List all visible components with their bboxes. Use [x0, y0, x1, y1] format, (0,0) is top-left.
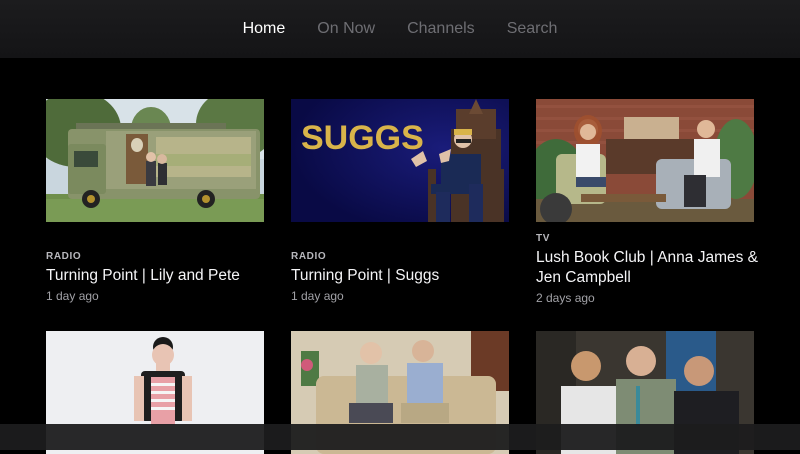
card-meta: RADIO Turning Point | Lily and Pete 1 da… — [46, 251, 276, 303]
card-category: TV — [536, 233, 550, 244]
card-thumbnail[interactable] — [536, 99, 754, 222]
card-category: RADIO — [46, 251, 82, 262]
card-title: Turning Point | Lily and Pete — [46, 267, 240, 284]
thumb-title-text: SUGGS — [301, 119, 424, 157]
nav-channels-tab[interactable]: Channels — [391, 0, 491, 58]
card-timestamp: 1 day ago — [46, 289, 99, 303]
card-meta: RADIO Turning Point | Suggs 1 day ago — [291, 251, 521, 303]
main-nav: Home On Now Channels Search — [227, 0, 574, 58]
card-title: Lush Book Club | Anna James & Jen Campbe… — [536, 249, 759, 286]
card-thumbnail[interactable] — [46, 99, 264, 222]
bottom-overlay-bar — [0, 424, 800, 450]
card-category: RADIO — [291, 251, 327, 262]
camper-van-image — [46, 99, 264, 222]
card-meta: TV Lush Book Club | Anna James & Jen Cam… — [536, 233, 766, 305]
top-navigation-bar: Home On Now Channels Search — [0, 0, 800, 58]
card-title: Turning Point | Suggs — [291, 267, 440, 284]
card-thumbnail[interactable]: SUGGS — [291, 99, 509, 222]
nav-home-tab[interactable]: Home — [227, 0, 302, 58]
card-timestamp: 1 day ago — [291, 289, 344, 303]
card-timestamp: 2 days ago — [536, 291, 595, 305]
nav-search-tab[interactable]: Search — [491, 0, 574, 58]
book-club-image — [536, 99, 754, 222]
suggs-throne-image: SUGGS — [291, 99, 509, 222]
nav-on-now-tab[interactable]: On Now — [301, 0, 391, 58]
